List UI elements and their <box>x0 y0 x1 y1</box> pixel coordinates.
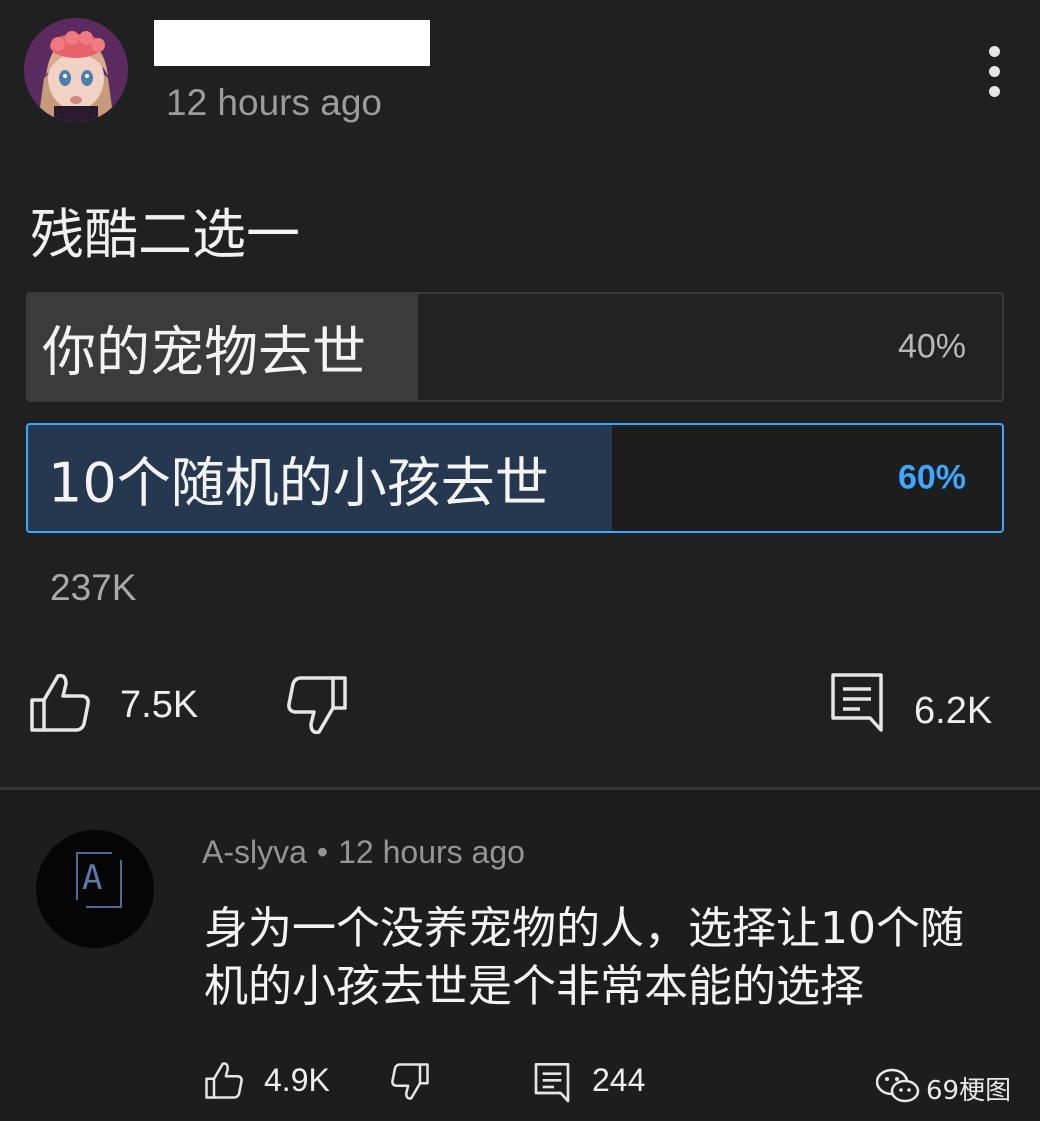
comment-author[interactable]: A-slyva <box>202 834 307 870</box>
poll-vote-count: 237K <box>50 567 137 608</box>
more-vert-icon-dot <box>989 66 1000 77</box>
author-name-redacted <box>154 20 430 66</box>
channel-avatar[interactable] <box>24 18 128 122</box>
avatar-letter: A <box>82 858 103 898</box>
comment-icon <box>534 1063 570 1103</box>
comment-dislike-button[interactable] <box>390 1062 434 1106</box>
thumbs-up-icon <box>205 1062 243 1099</box>
poll-option-2-percent: 60% <box>897 458 966 497</box>
more-vert-icon-dot <box>989 86 1000 97</box>
poll-option-1-percent: 40% <box>897 327 966 366</box>
comment-like-button[interactable]: 4.9K <box>204 1056 344 1106</box>
post-text: 残酷二选一 <box>30 203 300 266</box>
comment-like-count: 4.9K <box>264 1062 330 1098</box>
comment-text: 身为一个没养宠物的人，选择让10个随机的小孩去世是个非常本能的选择 <box>204 903 964 1012</box>
poll-option-2[interactable]: 10个随机的小孩去世 60% <box>26 423 1004 533</box>
comment-icon <box>831 673 883 732</box>
poll-option-1[interactable]: 你的宠物去世 40% <box>26 292 1004 402</box>
avatar-illustration <box>24 18 128 122</box>
comment-replies-button[interactable]: 244 <box>534 1056 664 1106</box>
thumbs-up-icon <box>30 673 90 732</box>
like-button[interactable]: 7.5K <box>28 670 228 740</box>
comment-timestamp: 12 hours ago <box>338 834 525 870</box>
poll-option-2-label: 10个随机的小孩去世 <box>48 451 549 515</box>
meta-separator: • <box>316 834 329 870</box>
post-card: 12 hours ago 残酷二选一 你的宠物去世 40% 10个随机的小孩去世… <box>0 0 1040 787</box>
thumbs-down-icon <box>391 1063 429 1100</box>
dislike-button[interactable] <box>285 674 351 740</box>
comment-reply-count: 244 <box>592 1062 646 1098</box>
post-timestamp: 12 hours ago <box>166 82 383 123</box>
like-count: 7.5K <box>120 684 199 726</box>
comments-button[interactable]: 6.2K <box>830 672 1010 742</box>
commenter-avatar[interactable]: A <box>36 830 154 948</box>
watermark-text: 69梗图 <box>926 1076 1012 1106</box>
thumbs-down-icon <box>287 676 347 735</box>
wechat-icon <box>876 1068 920 1103</box>
more-options-button[interactable] <box>980 46 1010 98</box>
comment-count: 6.2K <box>914 690 993 732</box>
comment-item: A A-slyva • 12 hours ago 身为一个没养宠物的人，选择让10个… <box>0 790 1040 1121</box>
poll-option-1-label: 你的宠物去世 <box>42 320 366 384</box>
comment-meta: A-slyva • 12 hours ago <box>202 834 525 871</box>
more-vert-icon <box>989 46 1000 57</box>
